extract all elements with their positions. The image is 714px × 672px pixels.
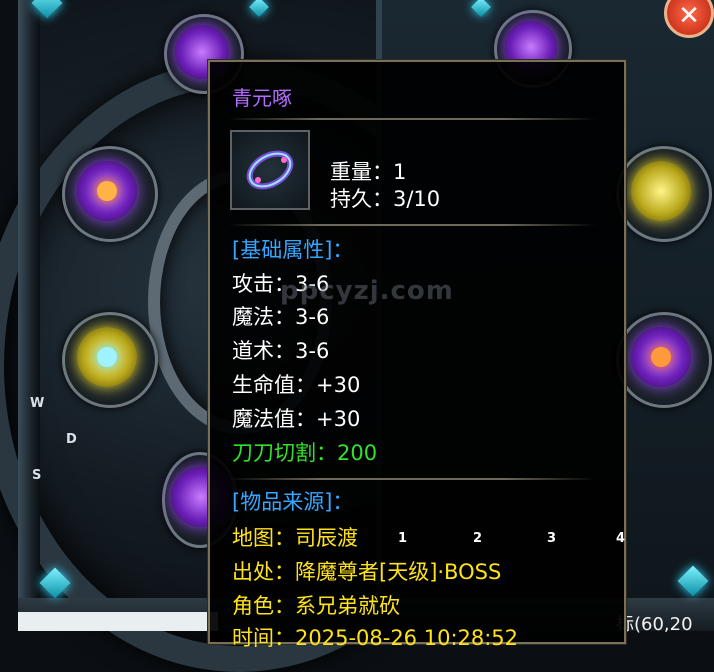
attribute-magic: 魔法：3-6 [232, 305, 330, 329]
item-tooltip: 青元啄 重量：1 持久：3/10 [基础属性]： 攻击：3-6 魔法：3-6 道… [208, 60, 626, 650]
special-attribute: 刀刀切割：200 [232, 441, 378, 465]
attribute-mp: 魔法值：+30 [232, 407, 361, 431]
equipment-slot-bracelet[interactable] [62, 312, 158, 408]
source-time: 时间：2025-08-26 10:28:52 [232, 626, 519, 650]
source-map: 地图：司辰渡 [232, 526, 358, 550]
coordinate-text: 标(60,20 [616, 614, 693, 635]
item-durability: 持久：3/10 [330, 187, 441, 211]
compass-s: S [32, 468, 42, 483]
item-weight: 重量：1 [330, 160, 407, 184]
bracelet-item-icon [246, 150, 294, 190]
status-strip [18, 612, 218, 631]
source-role: 角色：系兄弟就砍 [232, 594, 400, 618]
divider [228, 118, 596, 120]
attribute-taoism: 道术：3-6 [232, 339, 330, 363]
source-header: [物品来源]： [232, 490, 354, 514]
equipment-slot-right-lower[interactable] [616, 312, 712, 408]
bracelet-icon [77, 327, 137, 387]
attribute-hp: 生命值：+30 [232, 373, 361, 397]
equipment-slot-weapon[interactable] [62, 146, 158, 242]
basic-attributes-header: [基础属性]： [232, 238, 354, 262]
source-origin: 出处：降魔尊者[天级]·BOSS [232, 560, 502, 584]
divider [228, 478, 596, 480]
weapon-icon [77, 161, 137, 221]
item-name: 青元啄 [232, 86, 292, 110]
item-icon [230, 130, 310, 210]
bracelet-icon [631, 161, 691, 221]
compass-w: W [30, 396, 45, 411]
compass-d: D [66, 432, 77, 447]
slot-number-3: 3 [547, 531, 557, 546]
slot-number-4: 4 [616, 531, 626, 546]
slot-number-2: 2 [473, 531, 483, 546]
equipment-slot-right-upper[interactable] [616, 146, 712, 242]
slot-number-1: 1 [398, 531, 408, 546]
panel-frame-left [18, 0, 40, 600]
gourd-icon [631, 327, 691, 387]
divider [228, 224, 596, 226]
watermark: ppcyzj.com [280, 276, 454, 306]
